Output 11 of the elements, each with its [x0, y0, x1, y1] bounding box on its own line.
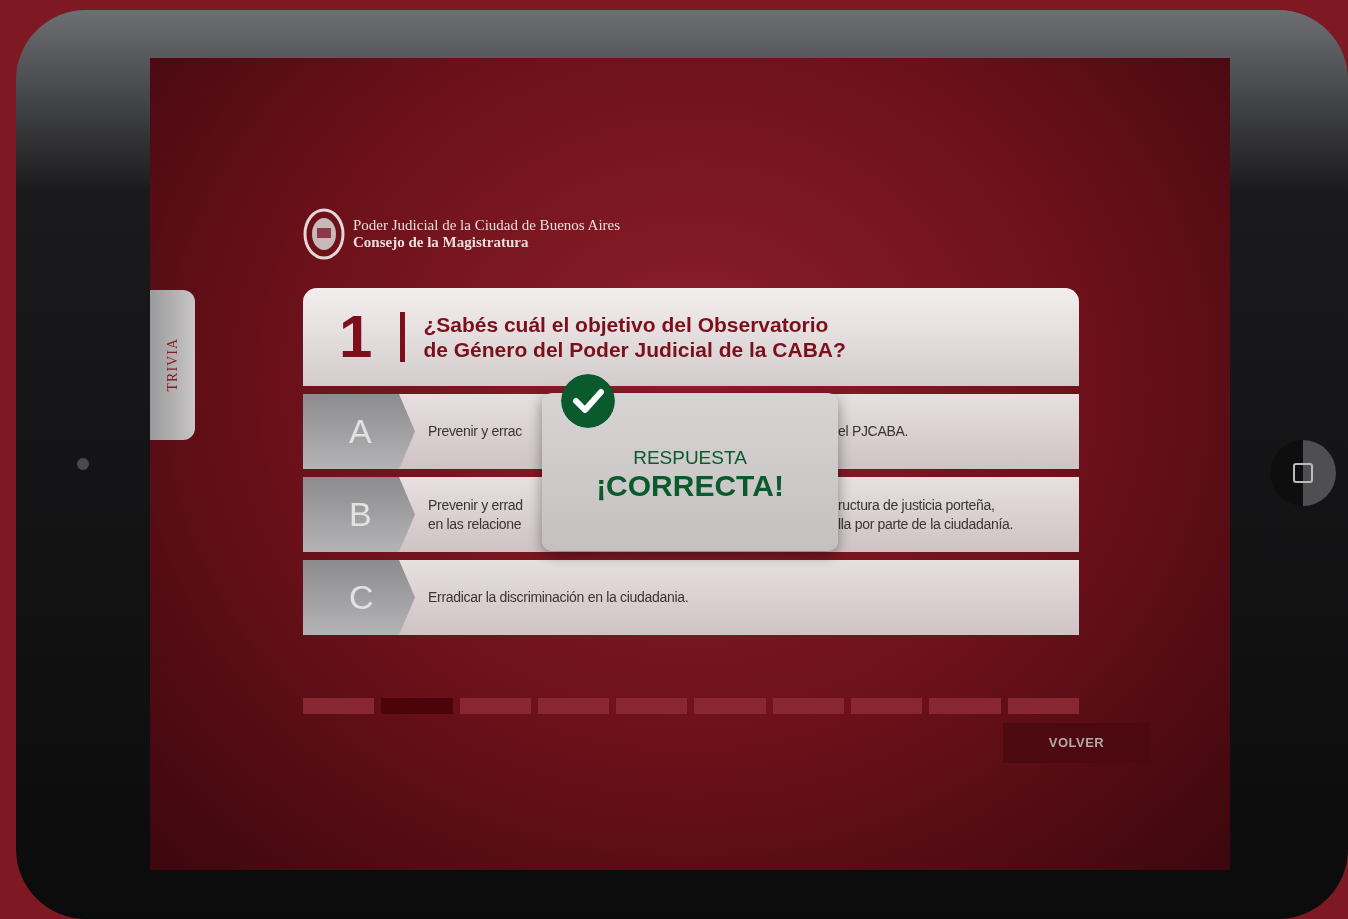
institution-name: Poder Judicial de la Ciudad de Buenos Aires	[353, 217, 621, 234]
option-text: ructura de justicia porteña, lla por parte de la ciudadanía.	[838, 495, 1015, 534]
option-text: Erradicar la discriminación en la ciudadania.	[428, 588, 690, 607]
option-text: Prevenir y errad en las relacione	[428, 495, 524, 534]
institution-subtitle: Consejo de la Magistratura	[353, 234, 530, 251]
question-number: 1	[339, 307, 373, 367]
option-text: Prevenir y errac	[428, 422, 523, 441]
question-text: ¿Sabés cuál el objetivo del Observatorio de Género del Poder Judicial de la CABA?	[423, 312, 846, 362]
result-verdict: ¡CORRECTA!	[596, 469, 784, 503]
option-text: el PJCABA.	[838, 422, 910, 441]
result-label: RESPUESTA	[633, 447, 747, 469]
